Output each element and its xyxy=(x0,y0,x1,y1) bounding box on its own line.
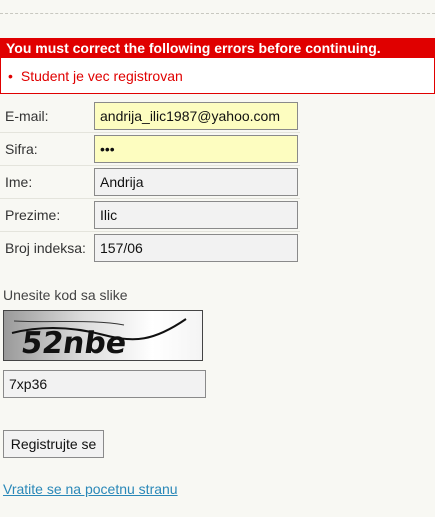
row-divider xyxy=(0,198,300,199)
error-title: You must correct the following errors be… xyxy=(1,39,434,58)
captcha-image: 52nbe xyxy=(3,310,203,361)
email-field[interactable] xyxy=(94,102,298,130)
index-field[interactable] xyxy=(94,234,298,262)
captcha-graphic: 52nbe xyxy=(11,318,187,360)
back-home-link[interactable]: Vratite se na pocetnu stranu xyxy=(3,481,178,497)
last-name-field[interactable] xyxy=(94,201,298,229)
row-divider xyxy=(0,132,300,133)
captcha-text: 52nbe xyxy=(19,326,129,360)
register-button[interactable]: Registrujte se xyxy=(3,430,104,458)
first-name-field[interactable] xyxy=(94,168,298,196)
top-divider xyxy=(0,13,435,14)
row-divider xyxy=(0,165,300,166)
bullet-icon: • xyxy=(8,68,13,84)
error-box: You must correct the following errors be… xyxy=(0,38,435,94)
error-item: • Student je vec registrovan xyxy=(8,68,183,84)
error-item-text: Student je vec registrovan xyxy=(20,68,183,84)
index-label: Broj indeksa: xyxy=(5,240,86,256)
password-label: Sifra: xyxy=(5,141,38,157)
captcha-input[interactable] xyxy=(3,370,206,398)
row-divider xyxy=(0,231,300,232)
first-name-label: Ime: xyxy=(5,174,33,190)
email-label: E-mail: xyxy=(5,108,49,124)
last-name-label: Prezime: xyxy=(5,207,61,223)
password-field[interactable] xyxy=(94,135,298,163)
captcha-label: Unesite kod sa slike xyxy=(3,287,128,303)
